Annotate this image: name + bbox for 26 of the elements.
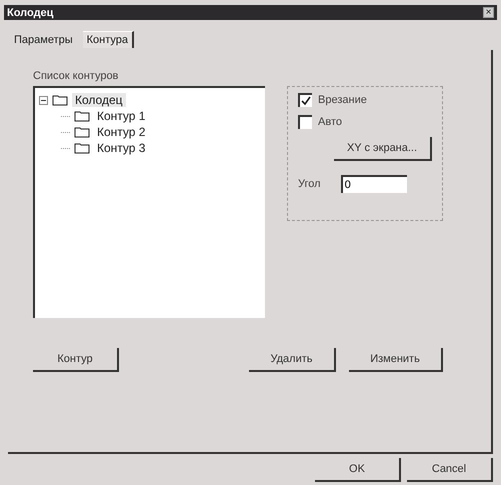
folder-icon (52, 94, 68, 106)
window-title: Колодец (7, 6, 54, 18)
checkbox-label: Врезание (318, 94, 367, 106)
tree-item[interactable]: Контур 2 (94, 125, 148, 139)
angle-field[interactable]: 0 (340, 175, 407, 193)
delete-button[interactable]: Удалить (249, 348, 336, 372)
checkbox-label: Авто (318, 116, 342, 128)
tree-item[interactable]: Контур 3 (94, 141, 148, 155)
close-button[interactable]: × (483, 7, 494, 18)
list-label: Список контуров (33, 70, 120, 82)
collapse-icon[interactable] (39, 96, 48, 104)
angle-label: Угол (298, 178, 321, 190)
contour-button[interactable]: Контур (33, 348, 119, 372)
edit-button[interactable]: Изменить (349, 348, 443, 372)
tree-item[interactable]: Контур 1 (94, 109, 148, 123)
checkbox[interactable] (298, 115, 312, 129)
folder-icon (74, 142, 90, 154)
ok-button[interactable]: OK (315, 458, 401, 482)
tab[interactable]: Параметры (10, 32, 77, 48)
checkbox[interactable] (298, 93, 312, 107)
tree-item[interactable]: Колодец (72, 93, 126, 107)
folder-icon (74, 126, 90, 138)
cancel-button[interactable]: Cancel (407, 458, 493, 482)
folder-icon (74, 110, 90, 122)
xy-from-screen-button[interactable]: XY с экрана... (334, 137, 432, 161)
tab[interactable]: Контура (82, 31, 134, 48)
